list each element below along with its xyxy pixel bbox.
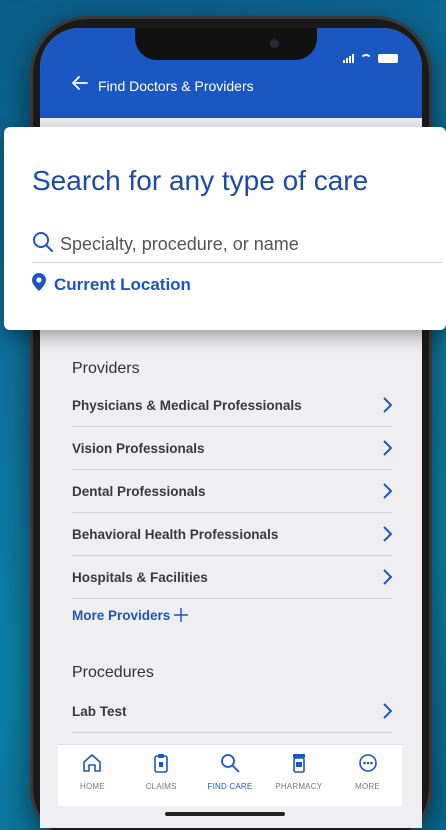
home-indicator[interactable]	[165, 812, 285, 816]
location-pin-icon	[32, 273, 46, 296]
tab-label: PHARMACY	[275, 782, 323, 791]
tab-pharmacy[interactable]: PHARMACY	[267, 753, 331, 791]
chevron-right-icon	[382, 703, 392, 719]
list-item-label: Dental Professionals	[72, 483, 206, 499]
chevron-right-icon	[382, 483, 392, 499]
tab-claims[interactable]: CLAIMS	[129, 753, 193, 791]
current-location-button[interactable]: Current Location	[32, 273, 191, 296]
list-item-label: Lab Test	[72, 703, 127, 719]
battery-icon	[378, 54, 398, 63]
arrow-left-icon[interactable]	[72, 76, 88, 95]
search-card: Search for any type of care Current Loca…	[4, 127, 446, 330]
list-item-label: Physicians & Medical Professionals	[72, 397, 302, 413]
list-item-physicians[interactable]: Physicians & Medical Professionals	[72, 384, 392, 427]
tab-home[interactable]: HOME	[60, 753, 124, 791]
list-item-hospitals[interactable]: Hospitals & Facilities	[72, 556, 392, 599]
more-providers-link[interactable]: More Providers	[72, 604, 189, 626]
list-item-label: Behavioral Health Professionals	[72, 526, 279, 542]
current-location-label: Current Location	[54, 274, 191, 294]
list-item-label: Hospitals & Facilities	[72, 569, 208, 585]
search-field[interactable]	[32, 227, 442, 263]
tab-label: FIND CARE	[207, 782, 253, 791]
chevron-right-icon	[382, 397, 392, 413]
search-heading: Search for any type of care	[32, 165, 369, 196]
procedures-heading: Procedures	[72, 664, 154, 681]
signal-icon	[343, 54, 354, 63]
chevron-right-icon	[382, 440, 392, 456]
list-item-lab-test[interactable]: Lab Test	[72, 690, 392, 733]
plus-icon	[174, 604, 189, 626]
clipboard-icon	[151, 753, 171, 778]
list-item-label: Vision Professionals	[72, 440, 205, 456]
tab-label: MORE	[355, 782, 380, 791]
search-icon	[32, 231, 54, 258]
search-input[interactable]	[60, 234, 420, 255]
page-title: Find Doctors & Providers	[98, 77, 254, 94]
bottom-tab-bar: HOME CLAIMS FIND CARE PHARMACY MORE	[58, 744, 402, 806]
more-icon	[358, 753, 378, 778]
wifi-icon	[360, 54, 372, 63]
search-icon	[220, 753, 240, 778]
chevron-right-icon	[382, 526, 392, 542]
more-providers-label: More Providers	[72, 607, 171, 623]
home-icon	[82, 753, 102, 778]
list-item-vision[interactable]: Vision Professionals	[72, 427, 392, 470]
status-bar	[343, 54, 398, 63]
chevron-right-icon	[382, 569, 392, 585]
page-header: Find Doctors & Providers	[72, 76, 254, 95]
tab-find-care[interactable]: FIND CARE	[198, 753, 262, 791]
providers-heading: Providers	[72, 360, 140, 377]
tab-more[interactable]: MORE	[336, 753, 400, 791]
pill-bottle-icon	[289, 753, 309, 778]
list-item-dental[interactable]: Dental Professionals	[72, 470, 392, 513]
tab-label: CLAIMS	[145, 782, 177, 791]
camera-icon	[270, 39, 279, 48]
phone-notch	[135, 28, 317, 60]
list-item-behavioral[interactable]: Behavioral Health Professionals	[72, 513, 392, 556]
tab-label: HOME	[79, 782, 105, 791]
